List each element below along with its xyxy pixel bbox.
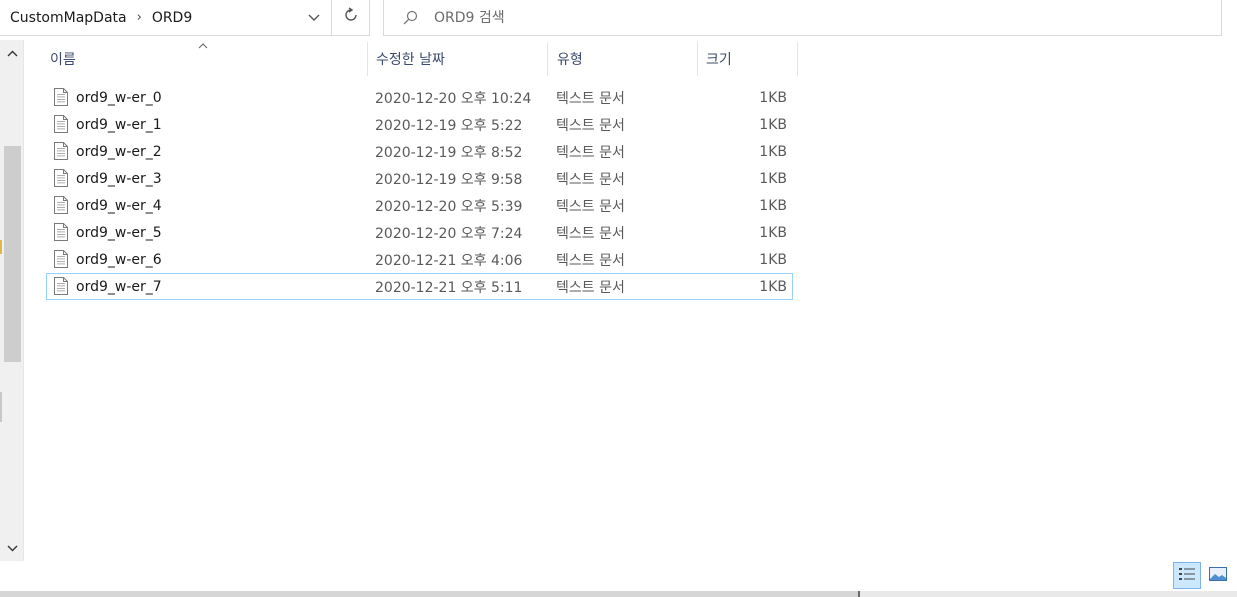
vertical-scrollbar[interactable] [0,40,24,561]
file-type: 텍스트 문서 [556,117,625,134]
file-row[interactable]: ord9_w-er_1 2020-12-19 오후 5:22 텍스트 문서 1KB [46,111,793,138]
file-row[interactable]: ord9_w-er_4 2020-12-20 오후 5:39 텍스트 문서 1KB [46,192,793,219]
file-name: ord9_w-er_7 [76,278,162,295]
chevron-down-icon[interactable] [297,0,331,35]
column-header-size-label: 크기 [706,52,732,68]
file-type: 텍스트 문서 [556,90,625,107]
breadcrumb-custommapdata[interactable]: CustomMapData [0,10,127,26]
file-type: 텍스트 문서 [556,171,625,188]
search-icon [400,8,420,28]
large-icons-view-icon [1209,566,1227,585]
refresh-icon [343,7,359,28]
file-list: ord9_w-er_0 2020-12-20 오후 10:24 텍스트 문서 1KB o… [46,84,793,300]
pane-edge-marker [0,392,2,422]
column-header-size[interactable]: 크기 [698,42,798,76]
column-header-type-label: 유형 [557,52,583,68]
file-row[interactable]: ord9_w-er_7 2020-12-21 오후 5:11 텍스트 문서 1KB [46,273,793,300]
column-header-date[interactable]: 수정한 날짜 [368,42,548,76]
file-size: 1KB [759,170,787,187]
text-document-icon [54,169,68,187]
file-date: 2020-12-20 오후 5:39 [375,198,523,215]
file-size: 1KB [759,89,787,106]
text-document-icon [54,223,68,241]
text-document-icon [54,142,68,160]
file-name: ord9_w-er_3 [76,170,162,187]
large-icons-view-button[interactable] [1204,562,1232,589]
file-size: 1KB [759,224,787,241]
file-date: 2020-12-19 오후 8:52 [375,144,523,161]
navigation-bar: CustomMapData › ORD9 [0,0,1237,36]
file-row[interactable]: ord9_w-er_2 2020-12-19 오후 8:52 텍스트 문서 1KB [46,138,793,165]
column-header-type[interactable]: 유형 [548,42,698,76]
file-size: 1KB [759,116,787,133]
file-row[interactable]: ord9_w-er_0 2020-12-20 오후 10:24 텍스트 문서 1KB [46,84,793,111]
breadcrumb-ord9[interactable]: ORD9 [152,10,192,26]
pane-edge-marker [0,240,2,254]
window-bottom-edge [860,591,1237,597]
file-type: 텍스트 문서 [556,279,625,296]
file-date: 2020-12-19 오후 9:58 [375,171,523,188]
file-size: 1KB [759,278,787,295]
address-bar[interactable]: CustomMapData › ORD9 [0,0,332,36]
text-document-icon [54,250,68,268]
text-document-icon [54,277,68,295]
text-document-icon [54,88,68,106]
sort-caret-icon [198,38,208,52]
window-bottom-edge [0,591,858,597]
scrollbar-thumb[interactable] [4,146,21,362]
refresh-button[interactable] [332,0,370,36]
file-row[interactable]: ord9_w-er_5 2020-12-20 오후 7:24 텍스트 문서 1KB [46,219,793,246]
details-view-button[interactable] [1173,562,1201,589]
chevron-down-icon[interactable] [0,537,24,559]
file-name: ord9_w-er_6 [76,251,162,268]
chevron-up-icon[interactable] [0,42,24,64]
file-type: 텍스트 문서 [556,252,625,269]
file-date: 2020-12-19 오후 5:22 [375,117,523,134]
text-document-icon [54,115,68,133]
file-name: ord9_w-er_2 [76,143,162,160]
column-header-row: 이름 수정한 날짜 유형 크기 [40,42,798,76]
file-name: ord9_w-er_5 [76,224,162,241]
breadcrumb-separator-icon[interactable]: › [127,10,152,25]
file-name: ord9_w-er_4 [76,197,162,214]
search-box[interactable] [383,0,1222,36]
file-row[interactable]: ord9_w-er_3 2020-12-19 오후 9:58 텍스트 문서 1KB [46,165,793,192]
file-size: 1KB [759,197,787,214]
column-header-date-label: 수정한 날짜 [376,52,445,68]
file-name: ord9_w-er_0 [76,89,162,106]
file-size: 1KB [759,143,787,160]
column-header-name-label: 이름 [50,52,76,68]
file-type: 텍스트 문서 [556,198,625,215]
search-input[interactable] [434,9,1134,26]
file-date: 2020-12-20 오후 7:24 [375,225,523,242]
column-header-name[interactable]: 이름 [40,42,368,76]
file-type: 텍스트 문서 [556,225,625,242]
file-date: 2020-12-21 오후 4:06 [375,252,523,269]
file-size: 1KB [759,251,787,268]
file-type: 텍스트 문서 [556,144,625,161]
file-name: ord9_w-er_1 [76,116,162,133]
file-date: 2020-12-20 오후 10:24 [375,90,532,107]
file-date: 2020-12-21 오후 5:11 [375,279,523,296]
details-view-icon [1178,567,1196,585]
text-document-icon [54,196,68,214]
file-row[interactable]: ord9_w-er_6 2020-12-21 오후 4:06 텍스트 문서 1KB [46,246,793,273]
